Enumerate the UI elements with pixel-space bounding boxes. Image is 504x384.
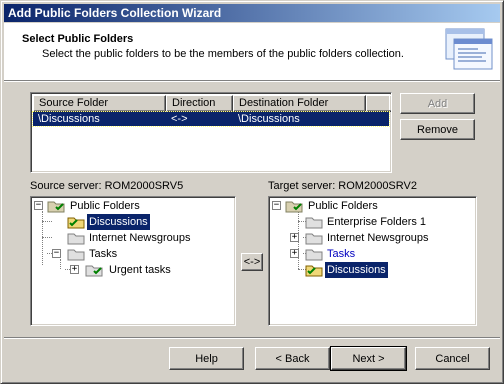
folder-icon <box>85 265 103 277</box>
row-source: \Discussions <box>38 113 100 125</box>
collection-list[interactable]: Source Folder Direction Destination Fold… <box>30 92 392 173</box>
collapse-icon[interactable]: − <box>34 201 43 210</box>
help-button[interactable]: Help <box>169 347 244 370</box>
header-divider <box>4 81 500 82</box>
add-button[interactable]: Add <box>400 93 475 114</box>
row-destination: \Discussions <box>238 113 300 125</box>
back-button[interactable]: < Back <box>255 347 330 370</box>
wizard-window: Add Public Folders Collection Wizard Sel… <box>0 0 504 384</box>
tree-label: Tasks <box>89 248 118 260</box>
collapse-icon[interactable]: − <box>272 201 281 210</box>
folder-icon <box>67 249 85 261</box>
page-description: Select the public folders to be the memb… <box>42 48 404 60</box>
source-folder-tree[interactable]: − Public Folders Discussions Internet Ne… <box>30 196 236 326</box>
wizard-window-graphic-icon <box>445 28 493 70</box>
folder-icon <box>305 233 323 245</box>
tree-label: Tasks <box>327 248 356 260</box>
expand-icon[interactable]: + <box>290 233 299 242</box>
transfer-button[interactable]: <-> <box>241 253 263 271</box>
column-filler <box>366 95 391 112</box>
tree-label: Internet Newsgroups <box>327 232 429 244</box>
list-row[interactable]: \Discussions <-> \Discussions <box>32 111 390 127</box>
remove-button[interactable]: Remove <box>400 119 475 140</box>
tree-label: Urgent tasks <box>109 264 171 276</box>
source-server-label: Source server: ROM2000SRV5 <box>30 180 184 192</box>
title-bar: Add Public Folders Collection Wizard <box>4 4 500 22</box>
collapse-icon[interactable]: − <box>52 249 61 258</box>
next-button[interactable]: Next > <box>330 346 407 371</box>
public-folders-icon <box>47 201 65 213</box>
column-direction[interactable]: Direction <box>166 95 233 112</box>
footer-divider-highlight <box>4 338 500 339</box>
row-direction: <-> <box>171 113 188 125</box>
column-source-folder[interactable]: Source Folder <box>33 95 166 112</box>
wizard-header: Select Public Folders Select the public … <box>4 23 500 81</box>
folder-icon <box>305 265 323 277</box>
list-header: Source Folder Direction Destination Fold… <box>33 95 391 112</box>
target-server-label: Target server: ROM2000SRV2 <box>268 180 417 192</box>
expand-icon[interactable]: + <box>290 249 299 258</box>
window-title: Add Public Folders Collection Wizard <box>8 6 222 20</box>
folder-icon <box>305 217 323 229</box>
expand-icon[interactable]: + <box>70 265 79 274</box>
tree-label: Public Folders <box>70 200 140 212</box>
tree-label: Discussions <box>87 214 150 230</box>
tree-label: Enterprise Folders 1 <box>327 216 427 228</box>
tree-label: Discussions <box>325 262 388 278</box>
tree-label: Public Folders <box>308 200 378 212</box>
tree-label: Internet Newsgroups <box>89 232 191 244</box>
public-folders-icon <box>285 201 303 213</box>
page-title: Select Public Folders <box>22 33 134 45</box>
folder-icon <box>67 233 85 245</box>
cancel-button[interactable]: Cancel <box>415 347 490 370</box>
column-destination-folder[interactable]: Destination Folder <box>233 95 366 112</box>
folder-icon <box>305 249 323 261</box>
folder-icon <box>67 217 85 229</box>
target-folder-tree[interactable]: − Public Folders Enterprise Folders 1 + … <box>268 196 477 326</box>
